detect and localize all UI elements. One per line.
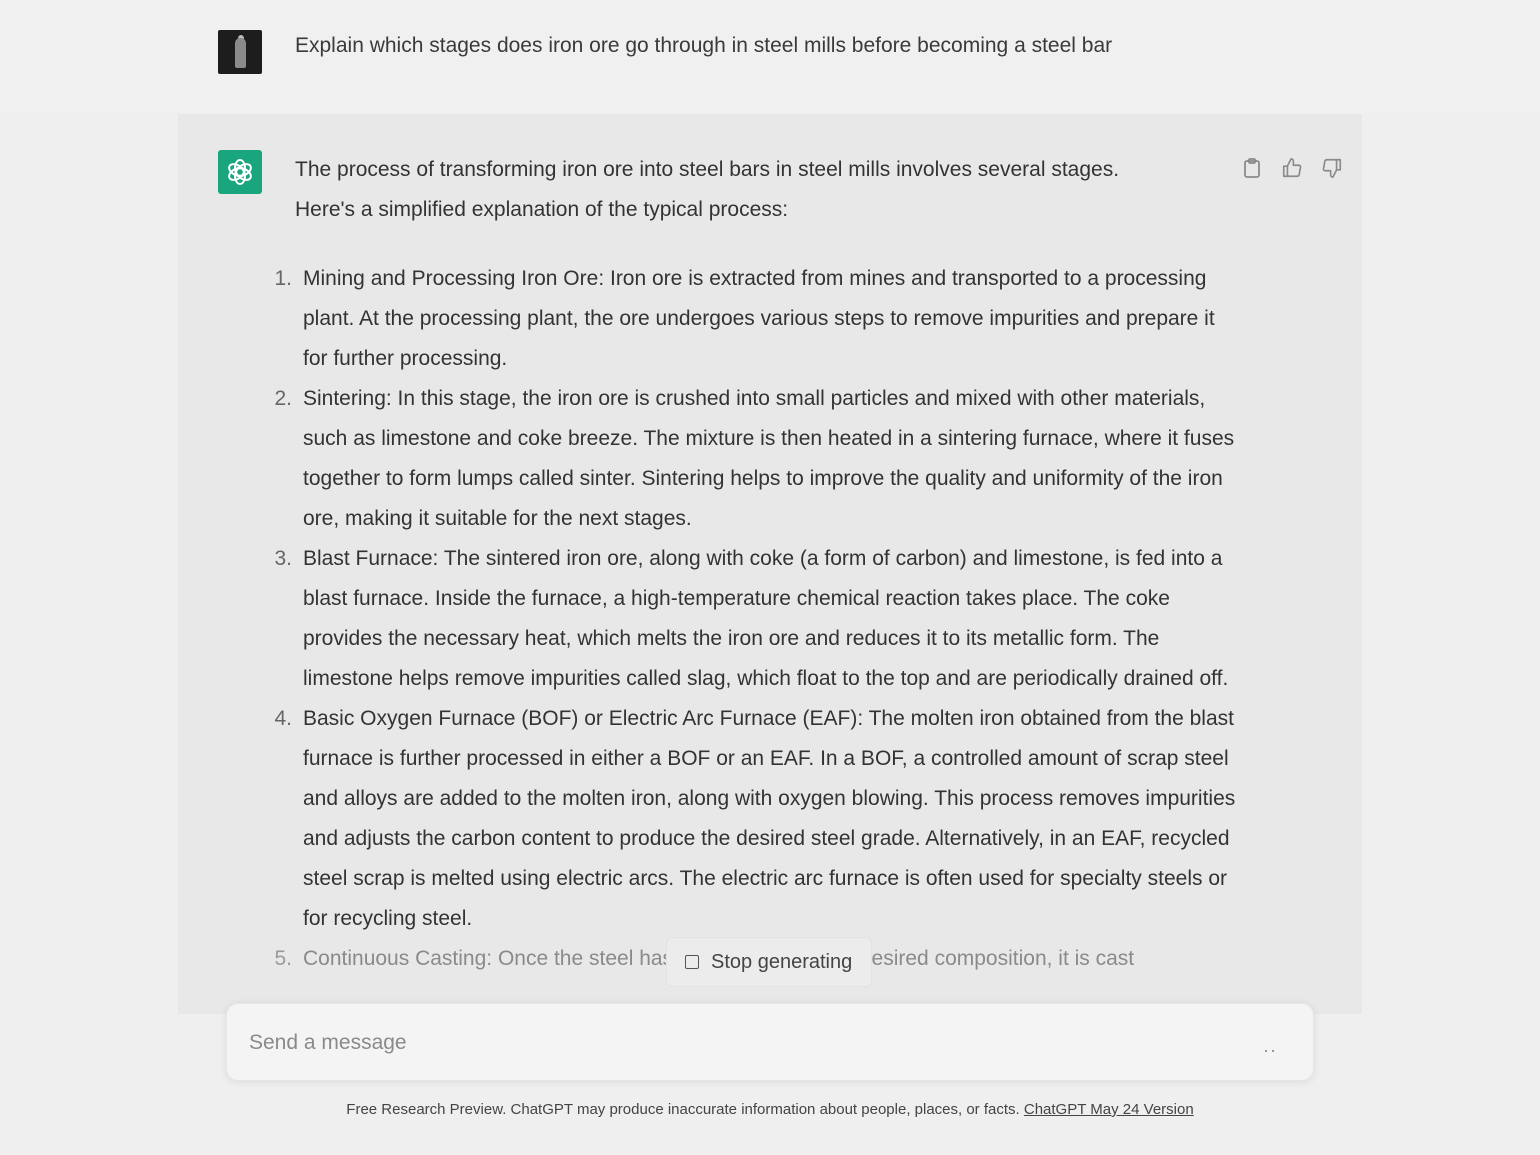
list-item: 2. Sintering: In this stage, the iron or… xyxy=(258,379,1238,539)
list-item-number: 2. xyxy=(274,387,292,410)
steps-list: 1. Mining and Processing Iron Ore: Iron … xyxy=(258,259,1238,979)
typing-indicator: ·· xyxy=(1263,1040,1277,1060)
list-item-number: 4. xyxy=(274,707,292,730)
user-avatar xyxy=(218,30,262,74)
thumbs-up-icon[interactable] xyxy=(1280,156,1304,180)
list-item-text: Sintering: In this stage, the iron ore i… xyxy=(303,387,1235,530)
list-item-number: 5. xyxy=(274,947,292,970)
intro-line-2: Here's a simplified explanation of the t… xyxy=(295,198,789,221)
stop-generating-button[interactable]: Stop generating xyxy=(666,937,872,987)
list-item: 4. Basic Oxygen Furnace (BOF) or Electri… xyxy=(258,699,1238,939)
list-item-text: Basic Oxygen Furnace (BOF) or Electric A… xyxy=(303,707,1236,930)
list-item-text: Mining and Processing Iron Ore: Iron ore… xyxy=(303,267,1215,370)
footer-disclaimer: Free Research Preview. ChatGPT may produ… xyxy=(0,1101,1540,1118)
clipboard-icon[interactable] xyxy=(1240,156,1264,180)
message-input[interactable] xyxy=(247,1024,1211,1062)
stop-square-icon xyxy=(685,955,699,969)
chatgpt-logo-icon xyxy=(218,150,262,194)
version-link[interactable]: ChatGPT May 24 Version xyxy=(1024,1101,1194,1118)
user-message-text: Explain which stages does iron ore go th… xyxy=(295,34,1113,57)
list-item: 1. Mining and Processing Iron Ore: Iron … xyxy=(258,259,1238,379)
footer-text: Free Research Preview. ChatGPT may produ… xyxy=(346,1101,1024,1118)
intro-line-1: The process of transforming iron ore int… xyxy=(295,158,1120,181)
message-actions xyxy=(1240,156,1344,180)
message-composer: ·· xyxy=(226,1003,1314,1081)
assistant-intro: The process of transforming iron ore int… xyxy=(295,150,1195,230)
user-message-row: Explain which stages does iron ore go th… xyxy=(0,0,1540,114)
list-item-text: Blast Furnace: The sintered iron ore, al… xyxy=(303,547,1229,690)
thumbs-down-icon[interactable] xyxy=(1320,156,1344,180)
list-item: 3. Blast Furnace: The sintered iron ore,… xyxy=(258,539,1238,699)
assistant-message: The process of transforming iron ore int… xyxy=(178,114,1362,1014)
list-item-number: 1. xyxy=(274,267,292,290)
list-item-number: 3. xyxy=(274,547,292,570)
stop-generating-label: Stop generating xyxy=(711,950,853,973)
